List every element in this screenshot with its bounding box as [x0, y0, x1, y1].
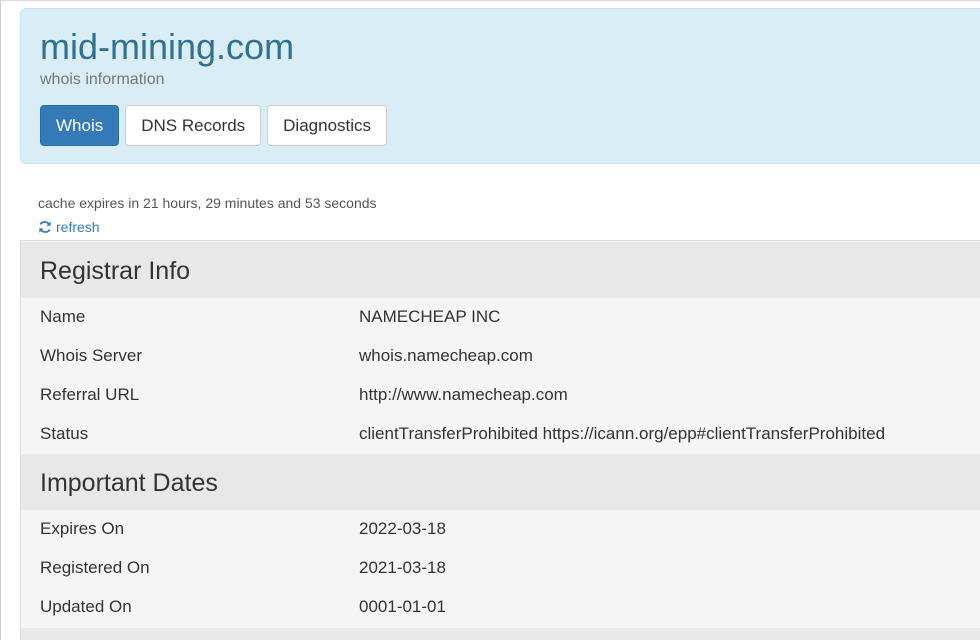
table-row: Referral URL http://www.namecheap.com: [21, 376, 980, 415]
tab-whois[interactable]: Whois: [40, 105, 120, 146]
table-row: Whois Server whois.namecheap.com: [21, 337, 980, 376]
next-section-header: [21, 628, 980, 640]
tab-dns-records[interactable]: DNS Records: [125, 105, 262, 146]
registrar-info-header: Registrar Info: [21, 242, 980, 298]
row-value: 0001-01-01: [359, 597, 446, 616]
cache-expiry-note: cache expires in 21 hours, 29 minutes an…: [38, 195, 377, 211]
row-label: Status: [40, 424, 89, 443]
row-value: 2022-03-18: [359, 519, 446, 538]
refresh-link[interactable]: refresh: [38, 218, 100, 236]
row-label: Expires On: [40, 519, 125, 538]
row-label: Name: [40, 307, 86, 326]
table-row: Registered On 2021-03-18: [21, 549, 980, 588]
domain-header: mid-mining.com whois information Whois D…: [20, 8, 980, 164]
domain-title: mid-mining.com: [40, 26, 295, 67]
row-value: whois.namecheap.com: [359, 346, 533, 365]
refresh-icon: [38, 220, 52, 234]
tab-diagnostics[interactable]: Diagnostics: [267, 105, 388, 146]
important-dates-header: Important Dates: [21, 454, 980, 510]
row-label: Updated On: [40, 597, 132, 616]
page-subtitle: whois information: [40, 71, 165, 88]
row-value: clientTransferProhibited https://icann.o…: [359, 424, 886, 443]
refresh-label: refresh: [56, 219, 100, 235]
table-row: Expires On 2022-03-18: [21, 510, 980, 549]
important-dates-title: Important Dates: [40, 469, 218, 497]
row-value: NAMECHEAP INC: [359, 307, 501, 326]
row-value: http://www.namecheap.com: [359, 385, 568, 404]
row-label: Referral URL: [40, 385, 140, 404]
row-label: Whois Server: [40, 346, 143, 365]
table-row: Name NAMECHEAP INC: [21, 298, 980, 337]
whois-panel: Registrar Info Name NAMECHEAP INC Whois …: [20, 240, 980, 640]
registrar-info-title: Registrar Info: [40, 257, 191, 285]
table-row: Status clientTransferProhibited https://…: [21, 415, 980, 454]
tab-bar: Whois DNS Records Diagnostics: [40, 105, 388, 146]
row-label: Registered On: [40, 558, 150, 577]
table-row: Updated On 0001-01-01: [21, 588, 980, 627]
whois-page: mid-mining.com whois information Whois D…: [0, 0, 980, 640]
left-border: [0, 0, 1, 640]
row-value: 2021-03-18: [359, 558, 446, 577]
top-border: [0, 0, 980, 1]
